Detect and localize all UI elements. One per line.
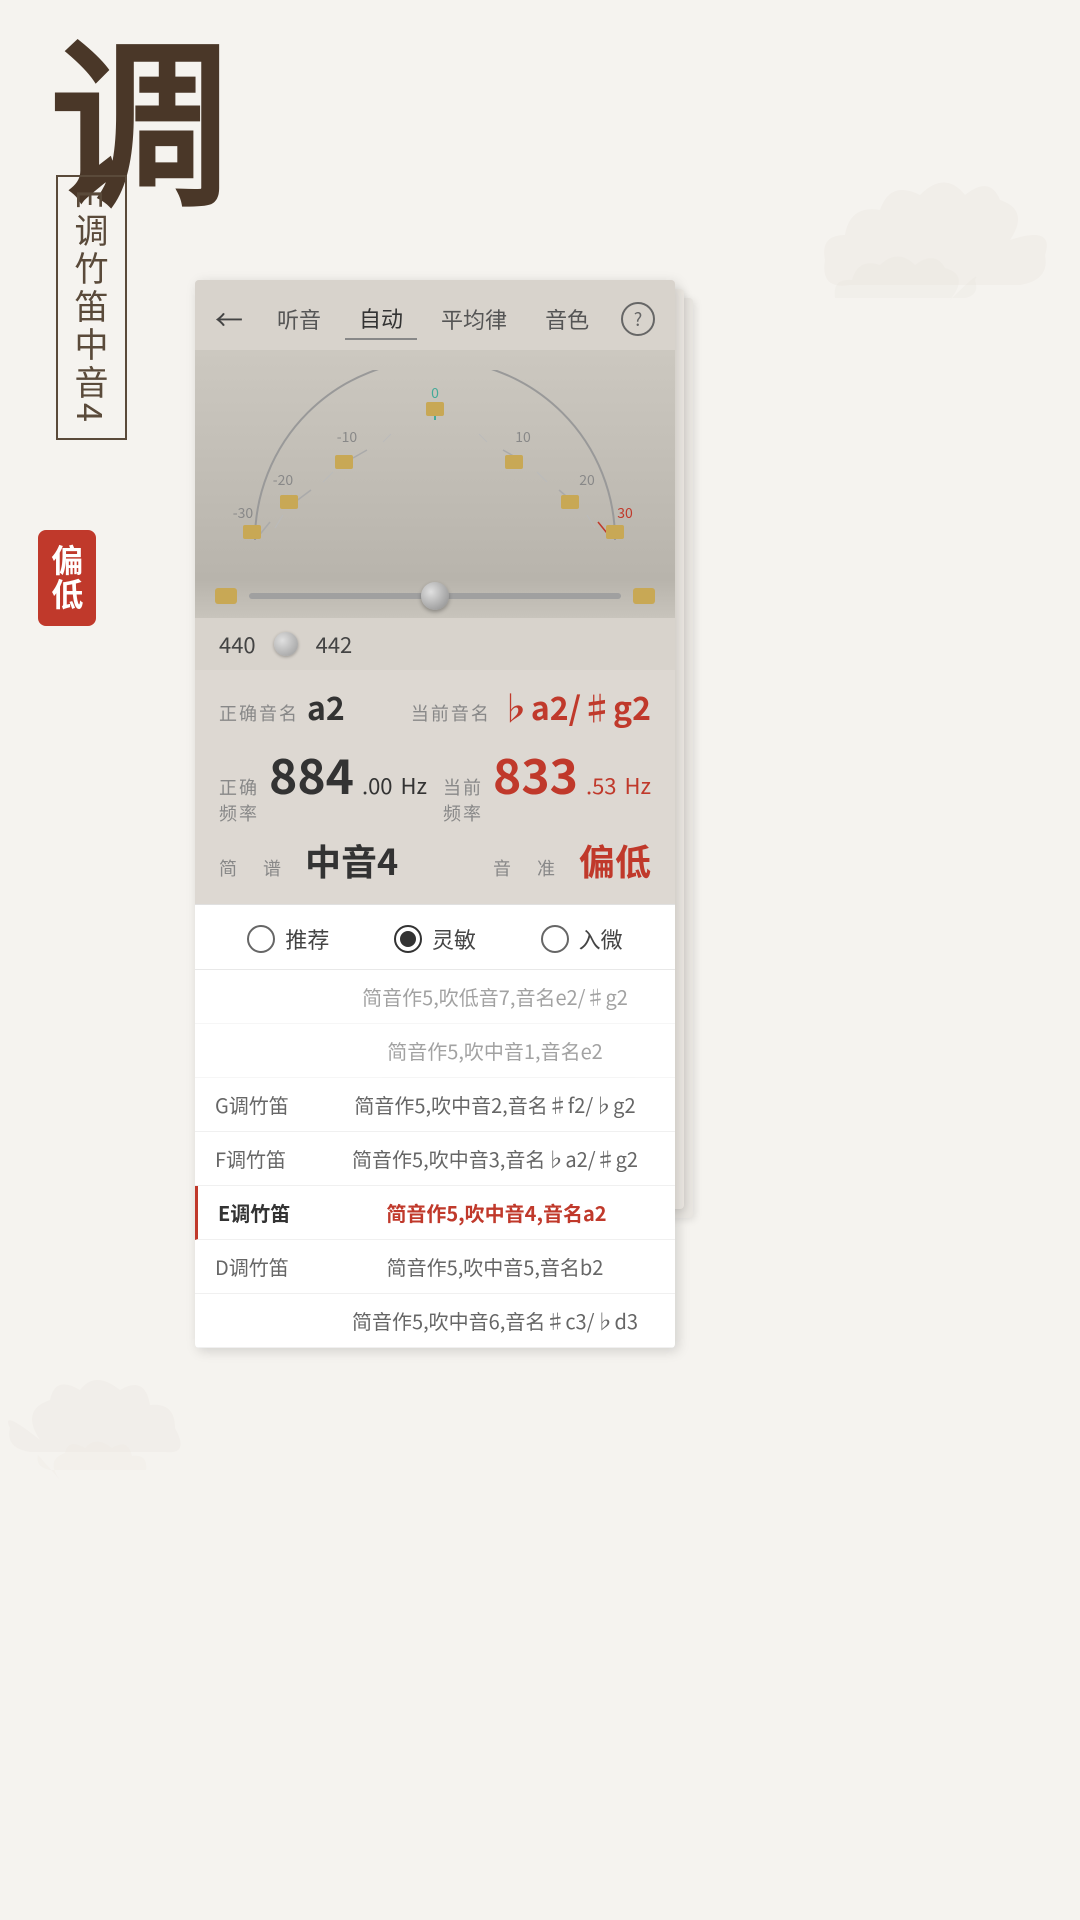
nav-bar: ← 听音 自动 平均律 音色 ? [195,280,675,350]
current-note-label: 当前音名 [411,700,491,726]
frequency-reference-row: 440 442 [195,618,675,670]
tuner-gauge-svg: -30 -20 -10 0 10 [215,370,655,560]
tuning-slider[interactable] [249,593,621,599]
nav-item-pingjunlv[interactable]: 平均律 [427,299,521,339]
correct-note-label: 正确音名 [219,700,299,726]
pitch-status-badge: 偏低 [38,530,96,626]
nav-item-tingyin[interactable]: 听音 [263,299,335,339]
table-row[interactable]: 简音作5,吹低音7,音名e2/♯g2 [195,970,675,1024]
freq-right-value: 442 [316,628,353,660]
table-row-active[interactable]: E调竹笛 简音作5,吹中音4,音名a2 [195,1186,675,1240]
radio-label-ruwei: 入微 [579,923,623,955]
svg-text:10: 10 [515,427,531,447]
freq-left-value: 440 [219,628,256,660]
table-cell-desc: 简音作5,吹中音3,音名♭a2/♯g2 [335,1144,655,1173]
table-cell-desc: 简音作5,吹中音5,音名b2 [335,1252,655,1281]
table-row[interactable]: G调竹笛 简音作5,吹中音2,音名♯f2/♭g2 [195,1078,675,1132]
slider-thumb [421,582,449,610]
table-row[interactable]: 简音作5,吹中音1,音名e2 [195,1024,675,1078]
table-cell-desc: 简音作5,吹中音6,音名♯c3/♭d3 [335,1306,655,1335]
jianpu-label: 简 谱 [219,855,285,881]
freq-values-row: 正确频率 884 .00 Hz 当前频率 833 .53 Hz [219,738,651,826]
correct-note-value: a2 [307,684,345,730]
nav-item-yinse[interactable]: 音色 [531,299,603,339]
nav-item-zidong[interactable]: 自动 [345,298,417,340]
sensitivity-radio-section: 推荐 灵敏 入微 [195,904,675,969]
correct-freq-label: 正确频率 [219,774,261,826]
jianpu-row: 简 谱 中音4 音 准 偏低 [219,834,651,886]
slider-left-end [215,588,237,604]
jianpu-value: 中音4 [305,834,398,886]
svg-text:20: 20 [579,470,595,490]
note-names-row: 正确音名 a2 当前音名 ♭a2/♯g2 [219,684,651,730]
current-freq-decimal: .53 [586,769,617,801]
radio-circle-tuijian [247,925,275,953]
table-cell-desc: 简音作5,吹中音2,音名♯f2/♭g2 [335,1090,655,1119]
table-cell-name-active: E调竹笛 [218,1198,338,1227]
table-cell-name: D调竹笛 [215,1252,335,1281]
radio-label-tuijian: 推荐 [285,923,329,955]
cloud-decoration-top [770,180,1050,380]
current-freq-unit: Hz [625,769,651,801]
svg-text:30: 30 [617,503,633,523]
tuner-meter-area: -30 -20 -10 0 10 [195,350,675,580]
tuner-info-section: 正确音名 a2 当前音名 ♭a2/♯g2 正确频率 884 .00 Hz 当前频… [195,670,675,904]
table-cell-desc-active: 简音作5,吹中音4,音名a2 [338,1198,655,1227]
yinzhun-value: 偏低 [579,834,651,886]
table-cell-name: F调竹笛 [215,1144,335,1173]
radio-label-lingmin: 灵敏 [432,923,476,955]
radio-circle-lingmin [394,925,422,953]
radio-tuijian[interactable]: 推荐 [247,923,329,955]
table-row[interactable]: D调竹笛 简音作5,吹中音5,音名b2 [195,1240,675,1294]
svg-text:-20: -20 [273,470,294,490]
current-freq-main: 833 [493,738,578,808]
yinzhun-label: 音 准 [493,855,559,881]
radio-lingmin[interactable]: 灵敏 [394,923,476,955]
current-note-value: ♭a2/♯g2 [499,684,651,730]
instrument-table: 简音作5,吹低音7,音名e2/♯g2 简音作5,吹中音1,音名e2 G调竹笛 简… [195,969,675,1348]
svg-text:-10: -10 [337,427,358,447]
table-row[interactable]: F调竹笛 简音作5,吹中音3,音名♭a2/♯g2 [195,1132,675,1186]
table-row[interactable]: 简音作5,吹中音6,音名♯c3/♭d3 [195,1294,675,1348]
correct-freq-unit: Hz [401,769,427,801]
table-cell-desc: 简音作5,吹低音7,音名e2/♯g2 [335,982,655,1011]
cloud-decoration-bottom [0,1360,220,1540]
meter-display: -30 -20 -10 0 10 [215,370,655,560]
svg-text:-30: -30 [233,503,254,523]
main-card: ← 听音 自动 平均律 音色 ? -30 [195,280,675,1348]
slider-right-end [633,588,655,604]
correct-freq-main: 884 [269,738,354,808]
help-button[interactable]: ? [621,302,655,336]
back-button[interactable]: ← [215,299,243,339]
freq-dot [274,632,298,656]
table-cell-name: G调竹笛 [215,1090,335,1119]
tuning-slider-area [195,580,675,618]
table-cell-desc: 简音作5,吹中音1,音名e2 [335,1036,655,1065]
card-stack: ← 听音 自动 平均律 音色 ? -30 [195,280,685,1348]
svg-text:0: 0 [431,383,439,403]
vertical-instrument-label: E调竹笛中音4 [56,175,127,440]
radio-ruwei[interactable]: 入微 [541,923,623,955]
correct-freq-decimal: .00 [362,769,393,801]
radio-circle-ruwei [541,925,569,953]
current-freq-label: 当前频率 [443,774,485,826]
